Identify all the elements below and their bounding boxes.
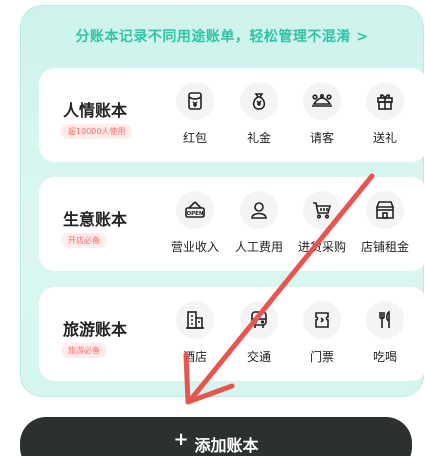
category-label: 店铺租金 <box>360 240 409 254</box>
card-badge: 超10000人使用 <box>61 124 133 139</box>
category-label: 送礼 <box>372 131 397 145</box>
shopping-cart-icon <box>303 191 341 229</box>
category-label: 交通 <box>246 350 271 364</box>
category-send-gift[interactable]: 送礼 <box>355 82 415 146</box>
category-hotel[interactable]: 酒店 <box>165 301 225 365</box>
category-label: 人工费用 <box>234 240 283 254</box>
open-sign-text: OPEN <box>186 211 203 217</box>
card-title: 旅游账本 <box>63 320 128 339</box>
ledger-intro-link[interactable]: 分账本记录不同用途账单，轻松管理不混淆 > <box>21 26 423 46</box>
category-transport[interactable]: 交通 <box>229 301 289 365</box>
hotel-icon <box>176 301 214 339</box>
category-labor[interactable]: 人工费用 <box>229 191 289 255</box>
plus-icon: + <box>173 429 189 450</box>
gift-icon <box>366 82 404 120</box>
category-label: 红包 <box>182 131 207 145</box>
category-food[interactable]: 吃喝 <box>355 301 415 365</box>
card-badge: 旅游必备 <box>61 343 107 358</box>
ledger-templates-panel: 分账本记录不同用途账单，轻松管理不混淆 > 人情账本 超10000人使用 红包 <box>20 5 425 397</box>
card-badge: 开店必备 <box>61 233 107 248</box>
category-purchase[interactable]: 进货采购 <box>292 191 352 255</box>
dining-icon <box>303 82 341 120</box>
store-icon <box>366 191 404 229</box>
ledger-card-travel[interactable]: 旅游账本 旅游必备 酒店 交通 门票 吃喝 <box>39 287 425 381</box>
category-label: 营业收入 <box>170 240 219 254</box>
card-title: 生意账本 <box>63 210 128 229</box>
category-label: 门票 <box>309 350 334 364</box>
category-label: 礼金 <box>246 131 271 145</box>
cutlery-icon <box>366 301 404 339</box>
bus-icon <box>240 301 278 339</box>
category-revenue[interactable]: OPEN 营业收入 <box>165 191 225 255</box>
category-label: 进货采购 <box>297 240 346 254</box>
category-red-envelope[interactable]: 红包 <box>165 82 225 146</box>
category-label: 酒店 <box>182 350 207 364</box>
category-rent[interactable]: 店铺租金 <box>355 191 415 255</box>
ledger-card-renqing[interactable]: 人情账本 超10000人使用 红包 礼金 请客 送礼 <box>39 68 425 162</box>
add-ledger-button[interactable]: + 添加账本 <box>20 417 412 456</box>
category-gift-money[interactable]: 礼金 <box>229 82 289 146</box>
category-label: 请客 <box>309 131 334 145</box>
money-bag-icon <box>240 82 278 120</box>
red-envelope-icon <box>176 82 214 120</box>
category-label: 吃喝 <box>372 350 397 364</box>
open-sign-icon: OPEN <box>176 191 214 229</box>
person-icon <box>240 191 278 229</box>
add-ledger-label: 添加账本 <box>194 436 259 455</box>
ledger-card-business[interactable]: 生意账本 开店必备 OPEN 营业收入 人工费用 进货采购 店铺租金 <box>39 177 425 271</box>
card-title: 人情账本 <box>63 101 128 120</box>
category-treat[interactable]: 请客 <box>292 82 352 146</box>
ticket-icon <box>303 301 341 339</box>
category-tickets[interactable]: 门票 <box>292 301 352 365</box>
